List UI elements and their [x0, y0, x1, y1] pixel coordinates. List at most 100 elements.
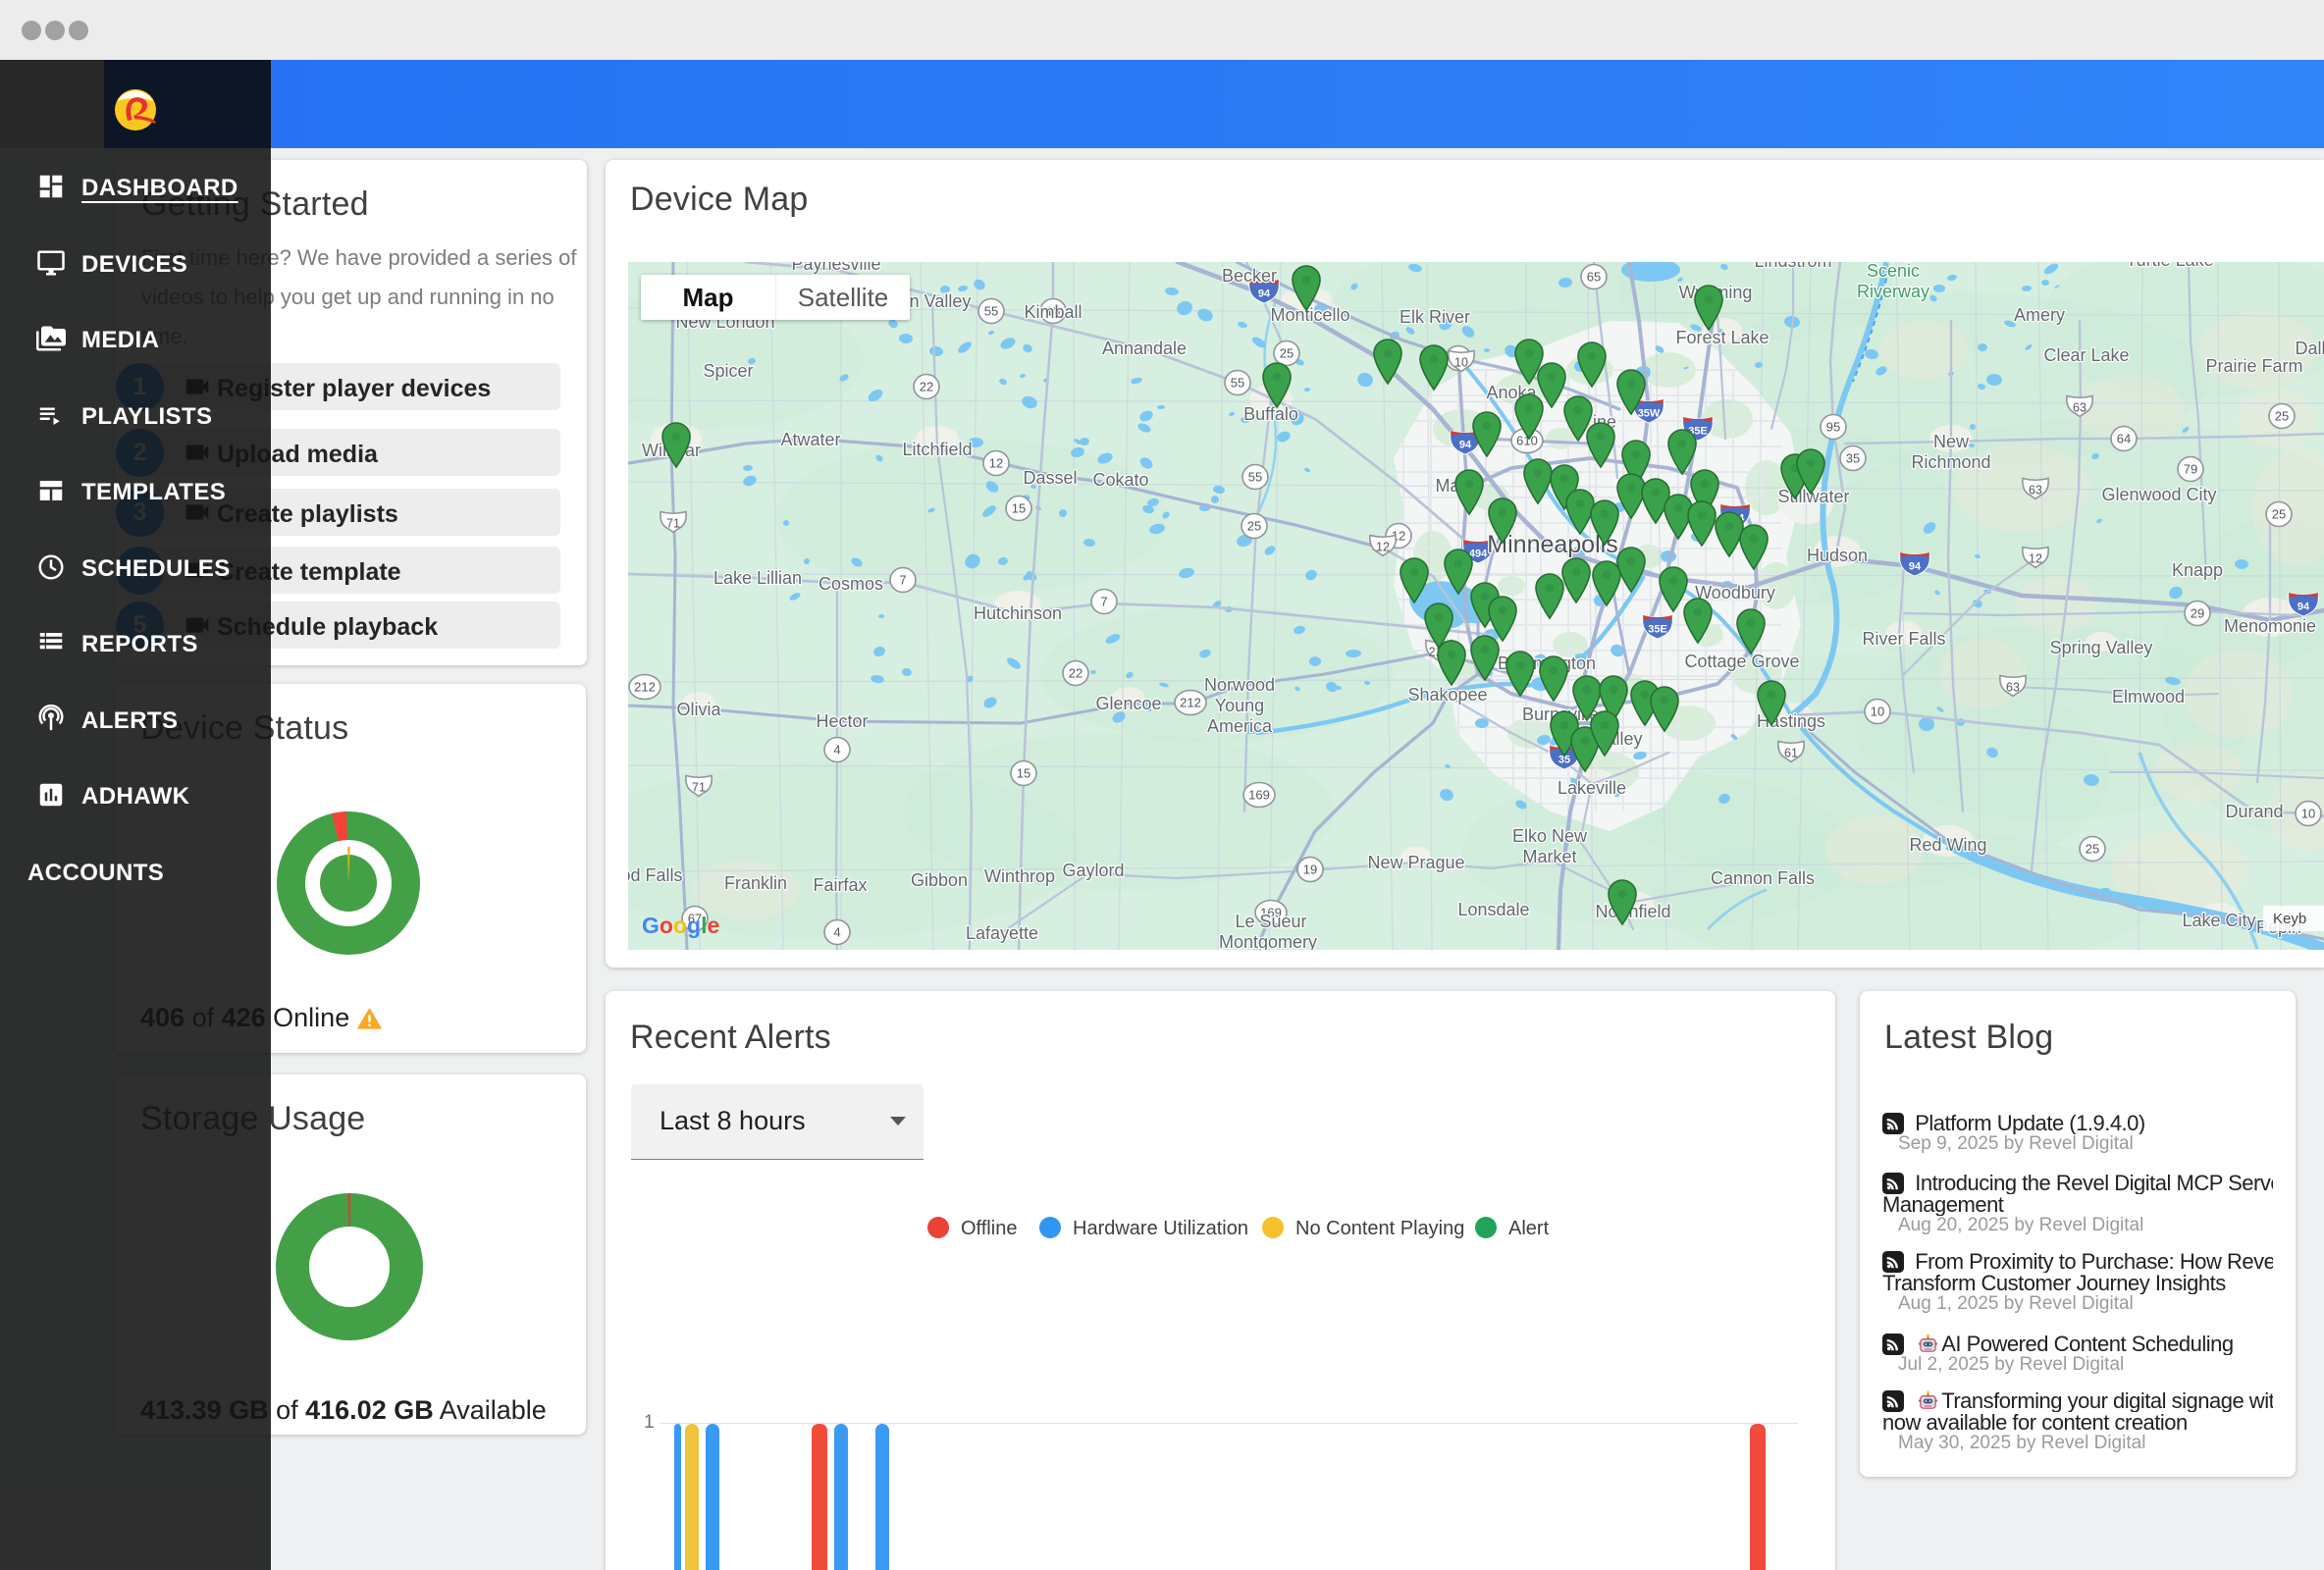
svg-text:64: 64	[2117, 432, 2131, 446]
svg-text:10: 10	[2301, 807, 2315, 821]
svg-text:Cokato: Cokato	[1092, 470, 1148, 490]
svg-text:63: 63	[2029, 484, 2042, 497]
svg-text:4: 4	[833, 925, 840, 940]
svg-text:Kimball: Kimball	[1024, 302, 1082, 322]
svg-text:12: 12	[989, 456, 1003, 471]
svg-text:Spicer: Spicer	[703, 361, 753, 381]
svg-text:Google: Google	[642, 913, 719, 938]
svg-text:Litchfield: Litchfield	[902, 440, 972, 459]
svg-text:Lindstrom: Lindstrom	[1754, 262, 1831, 271]
svg-text:Forest Lake: Forest Lake	[1675, 328, 1769, 347]
svg-text:169: 169	[1248, 788, 1270, 803]
svg-text:25: 25	[2086, 842, 2099, 857]
svg-text:71: 71	[666, 517, 680, 531]
svg-text:Gibbon: Gibbon	[911, 870, 968, 890]
svg-text:Young: Young	[1215, 696, 1264, 715]
svg-text:94: 94	[1909, 561, 1922, 573]
svg-text:79: 79	[2184, 462, 2197, 477]
svg-text:25: 25	[2275, 409, 2289, 424]
svg-text:Market: Market	[1522, 847, 1576, 866]
svg-text:Gaylord: Gaylord	[1062, 861, 1124, 880]
svg-text:10: 10	[1871, 705, 1884, 719]
svg-text:Lake Lillian: Lake Lillian	[713, 568, 802, 588]
svg-text:15: 15	[1017, 766, 1030, 781]
svg-text:12: 12	[2029, 552, 2042, 566]
svg-text:71: 71	[692, 781, 706, 795]
svg-text:22: 22	[1069, 666, 1083, 681]
svg-text:25: 25	[2272, 507, 2286, 522]
svg-text:12: 12	[1376, 541, 1390, 554]
svg-text:63: 63	[2006, 681, 2020, 695]
svg-text:Montgomery: Montgomery	[1219, 932, 1317, 950]
svg-text:35E: 35E	[1648, 624, 1667, 636]
svg-text:Hudson: Hudson	[1807, 546, 1868, 565]
svg-text:Keyb: Keyb	[2273, 911, 2306, 927]
svg-text:7: 7	[899, 573, 906, 588]
svg-text:19: 19	[1303, 863, 1317, 877]
svg-text:61: 61	[1784, 747, 1798, 760]
svg-text:Richmond: Richmond	[1911, 452, 1990, 472]
svg-text:Dall: Dall	[2295, 339, 2324, 358]
svg-text:Shakopee: Shakopee	[1407, 685, 1487, 705]
svg-text:Dassel: Dassel	[1023, 468, 1077, 488]
svg-text:212: 212	[1180, 696, 1201, 710]
svg-text:Clear Lake: Clear Lake	[2043, 345, 2129, 365]
svg-text:Durand: Durand	[2225, 802, 2283, 821]
svg-text:22: 22	[920, 380, 933, 394]
svg-text:Woodbury: Woodbury	[1695, 583, 1775, 602]
svg-text:Lonsdale: Lonsdale	[1457, 900, 1529, 919]
svg-text:Elk River: Elk River	[1400, 307, 1470, 327]
svg-text:Monticello: Monticello	[1270, 305, 1349, 325]
svg-text:55: 55	[1231, 376, 1244, 391]
svg-text:Elko New: Elko New	[1512, 826, 1588, 846]
svg-text:Glenwood City: Glenwood City	[2101, 485, 2216, 504]
svg-text:Franklin: Franklin	[724, 873, 787, 893]
svg-text:94: 94	[1459, 440, 1472, 451]
svg-text:Glencoe: Glencoe	[1095, 694, 1161, 713]
svg-text:Winthrop: Winthrop	[984, 866, 1055, 886]
svg-text:New Prague: New Prague	[1367, 853, 1464, 872]
svg-text:Fairfax: Fairfax	[813, 875, 867, 895]
svg-text:Cosmos: Cosmos	[819, 574, 883, 594]
svg-text:Norwood: Norwood	[1204, 675, 1275, 695]
svg-text:Buffalo: Buffalo	[1243, 404, 1298, 424]
svg-text:Riverway: Riverway	[1857, 282, 1929, 301]
svg-text:65: 65	[1587, 270, 1601, 285]
svg-text:29: 29	[2191, 606, 2204, 621]
svg-text:25: 25	[1247, 519, 1261, 534]
svg-text:River Falls: River Falls	[1862, 629, 1945, 649]
svg-text:Knapp: Knapp	[2172, 560, 2223, 580]
svg-text:95: 95	[1826, 420, 1840, 435]
svg-text:Scenic: Scenic	[1867, 262, 1920, 281]
svg-text:4: 4	[833, 743, 840, 758]
svg-text:35: 35	[1846, 451, 1860, 466]
svg-text:Menomonie: Menomonie	[2224, 616, 2316, 636]
svg-text:Lakeville: Lakeville	[1558, 778, 1626, 798]
svg-text:35W: 35W	[1638, 408, 1661, 420]
svg-text:15: 15	[1012, 501, 1026, 516]
svg-text:Red Wing: Red Wing	[1909, 835, 1986, 855]
svg-text:America: America	[1207, 716, 1273, 736]
svg-text:Olivia: Olivia	[676, 700, 721, 719]
svg-text:212: 212	[634, 680, 656, 695]
svg-text:n Valley: n Valley	[910, 291, 972, 311]
svg-text:Spring Valley: Spring Valley	[2050, 638, 2153, 657]
svg-text:55: 55	[984, 304, 998, 319]
svg-text:Amery: Amery	[2014, 305, 2065, 325]
svg-text:94: 94	[1258, 288, 1271, 300]
svg-text:New: New	[1933, 432, 1970, 451]
svg-text:63: 63	[2073, 401, 2086, 415]
svg-text:94: 94	[2298, 602, 2310, 613]
svg-text:Becker: Becker	[1222, 266, 1277, 286]
svg-text:Prairie Farm: Prairie Farm	[2205, 356, 2302, 376]
svg-text:Cottage Grove: Cottage Grove	[1684, 652, 1799, 671]
svg-text:Atwater: Atwater	[780, 430, 840, 449]
svg-text:Annandale: Annandale	[1102, 339, 1187, 358]
svg-text:od Falls: od Falls	[628, 865, 683, 885]
svg-text:55: 55	[1248, 470, 1262, 485]
svg-text:Lake City: Lake City	[2182, 911, 2255, 930]
svg-text:Hector: Hector	[816, 711, 868, 731]
svg-text:10: 10	[1454, 356, 1468, 370]
svg-text:7: 7	[1100, 595, 1107, 609]
svg-text:Lafayette: Lafayette	[966, 923, 1038, 943]
